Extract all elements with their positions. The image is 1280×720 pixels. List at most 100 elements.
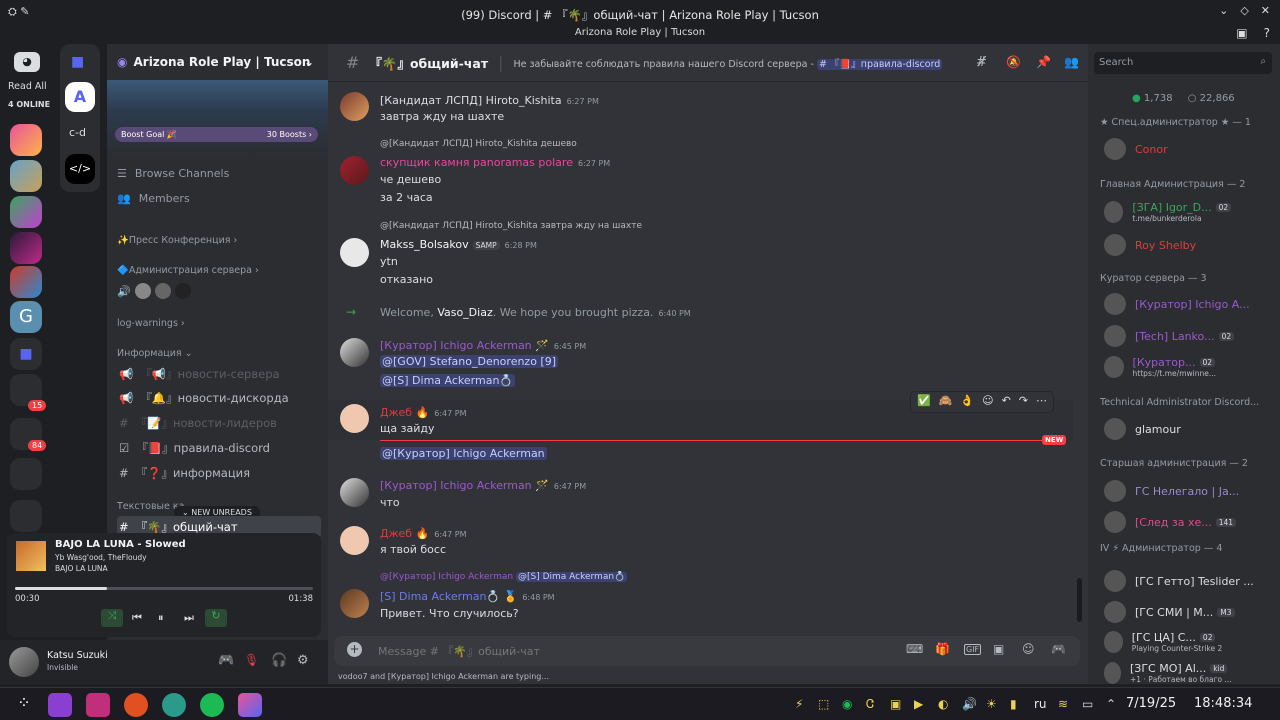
message[interactable]: @[Кандидат ЛСПД] Hiroto_Kishita завтра ж… <box>328 218 1073 290</box>
reaction-ok-icon[interactable]: 👌 <box>960 394 974 410</box>
discord-taskbar-icon[interactable] <box>238 693 262 717</box>
avatar[interactable] <box>1104 418 1126 440</box>
repeat-icon[interactable]: ↻ <box>205 609 227 627</box>
search-input[interactable]: Search ⌕ <box>1094 52 1272 74</box>
scrollbar[interactable] <box>1077 578 1082 622</box>
avatar[interactable] <box>1104 234 1126 256</box>
message-author[interactable]: Makss_Bolsakov SAMP 6:28 PM <box>380 238 537 251</box>
member-item[interactable]: [ЗГА] Igor_D... 02 t.me/bunkerderola <box>1104 201 1280 223</box>
avatar[interactable] <box>1104 356 1124 378</box>
volume-icon[interactable]: 🔊 <box>962 697 977 711</box>
user-mention[interactable]: @[S] Dima Ackerman💍 <box>380 374 516 387</box>
reply-reference[interactable]: @[Кандидат ЛСПД] Hiroto_Kishita завтра ж… <box>380 221 642 231</box>
server-icon[interactable]: G <box>10 301 42 333</box>
category-press[interactable]: ✨Пресс Конференция › <box>117 235 237 246</box>
avatar[interactable] <box>1104 662 1121 684</box>
server-icon[interactable] <box>10 232 42 264</box>
tray-icon[interactable]: ⬚ <box>818 697 829 711</box>
server-icon[interactable]: </> <box>65 154 95 184</box>
folder-server-label[interactable]: c-d <box>69 126 86 139</box>
message-author[interactable]: [S] Dima Ackerman💍 🏅 6:48 PM <box>380 590 555 603</box>
avatar[interactable] <box>340 589 369 618</box>
add-reaction-icon[interactable]: ☺ <box>982 394 993 410</box>
settings-gear-icon[interactable]: ⚙ <box>297 653 309 668</box>
inbox-icon[interactable]: ▣ <box>1236 26 1247 40</box>
message-author[interactable]: [Куратор] Ichigo Ackerman 🪄 6:47 PM <box>380 479 586 492</box>
avatar[interactable] <box>340 92 369 121</box>
user-mention[interactable]: @[GOV] Stefano_Denorenzo [9] <box>380 355 559 368</box>
message-author[interactable]: скупщик камня panoramas polare 6:27 PM <box>380 156 610 169</box>
avatar[interactable] <box>340 338 369 367</box>
server-icon[interactable]: A <box>65 82 95 112</box>
avatar[interactable] <box>1104 631 1123 653</box>
avatar[interactable] <box>1104 325 1126 347</box>
member-item[interactable]: [ЗГС МО] Al... kid +1 · Работаем во благо … <box>1104 662 1280 684</box>
boost-goal-bar[interactable]: Boost Goal 🎉 30 Boosts › <box>115 127 318 142</box>
server-folder[interactable] <box>10 500 42 532</box>
channel-log-warnings[interactable]: log-warnings › <box>117 318 185 329</box>
avatar[interactable] <box>340 238 369 267</box>
message[interactable]: Джеб 🔥 6:47 PM я твой босс <box>328 524 1073 564</box>
member-item[interactable]: [Куратор] Ichigo A... <box>1104 293 1250 315</box>
server-icon[interactable] <box>10 196 42 228</box>
message[interactable]: [Куратор] Ichigo Ackerman 🪄 6:47 PM что <box>328 476 1073 516</box>
emoji-icon[interactable]: ☺ <box>1022 642 1035 656</box>
user-mention[interactable]: @[Куратор] Ichigo Ackerman <box>380 447 547 460</box>
tray-icon[interactable]: ▣ <box>890 697 901 711</box>
screen-icon[interactable]: ▭ <box>1082 697 1093 711</box>
tray-icon[interactable]: ◉ <box>842 697 852 711</box>
avatar[interactable] <box>340 478 369 507</box>
read-all-label[interactable]: Read All <box>8 81 47 92</box>
avatar[interactable] <box>1104 480 1126 502</box>
more-options-icon[interactable]: ⋯ <box>1036 394 1047 410</box>
gif-icon[interactable]: GIF <box>964 644 982 655</box>
previous-icon[interactable]: ⏮ <box>132 611 142 625</box>
threads-icon[interactable]: #̸ <box>976 55 987 70</box>
sticker-icon[interactable]: ▣ <box>993 642 1004 656</box>
message[interactable]: Джеб 🔥 6:47 PM ща зайду ✅ 🙈 👌 ☺ ↶ ↷ ⋯ <box>328 391 1073 440</box>
next-icon[interactable]: ⏭ <box>184 611 194 625</box>
gift-icon[interactable]: 🎁 <box>935 642 950 656</box>
avatar[interactable] <box>1104 601 1126 623</box>
message-author[interactable]: Джеб 🔥 6:47 PM <box>380 406 466 419</box>
topic-channel-link[interactable]: # 『📕』правила-discord <box>816 58 943 70</box>
game-controller-icon[interactable]: 🎮 <box>218 653 234 668</box>
avatar[interactable] <box>1104 201 1124 223</box>
message[interactable]: @[Куратор] Ichigo Ackerman <box>328 444 1073 466</box>
server-header[interactable]: ◉ Arizona Role Play | Tucson ⌄ <box>107 44 328 80</box>
mute-mic-icon[interactable]: 🎙 <box>244 653 259 667</box>
help-icon[interactable]: ? <box>1264 26 1270 40</box>
reply-reference[interactable]: @[Куратор] Ichigo Ackerman @[S] Dima Ack… <box>380 572 628 582</box>
avatar[interactable] <box>1104 138 1126 160</box>
message-input[interactable] <box>378 642 828 660</box>
app-launcher-icon[interactable]: ⁘ <box>12 693 36 717</box>
avatar[interactable] <box>1104 511 1126 533</box>
avatar[interactable] <box>1104 570 1126 592</box>
discord-home-icon[interactable]: ◕ <box>14 52 40 72</box>
track-album[interactable]: BAJO LA LUNA <box>55 564 108 573</box>
close-icon[interactable]: ✕ <box>1261 4 1270 17</box>
member-item[interactable]: [Куратор... 02 https://t.me/mwinne... <box>1104 356 1280 378</box>
member-item[interactable]: [ГС Гетто] Teslider ... <box>1104 570 1254 592</box>
member-item[interactable]: [След за хе... 141 <box>1104 511 1237 533</box>
reply-icon[interactable]: ↶ <box>1002 394 1011 410</box>
add-attachment-icon[interactable]: + <box>347 642 362 657</box>
date[interactable]: 7/19/25 <box>1126 696 1176 711</box>
member-item[interactable]: Roy Shelby <box>1104 234 1196 256</box>
keyboard-icon[interactable]: ⌨ <box>906 642 923 656</box>
message[interactable]: [Кандидат ЛСПД] Hiroto_Kishita 6:27 PM за… <box>328 86 1073 126</box>
keyboard-layout[interactable]: ru <box>1034 697 1047 711</box>
message[interactable]: @[Куратор] Ichigo Ackerman @[S] Dima Ack… <box>328 572 1073 628</box>
avatar[interactable] <box>340 526 369 555</box>
message-author[interactable]: [Куратор] Ichigo Ackerman 🪄 6:45 PM <box>380 339 586 352</box>
message-author[interactable]: Джеб 🔥 6:47 PM <box>380 527 466 540</box>
track-title[interactable]: BAJO LA LUNA - Slowed <box>55 539 186 550</box>
avatar[interactable] <box>340 404 369 433</box>
tray-icon[interactable]: ◐ <box>938 697 948 711</box>
shuffle-icon[interactable]: ⤨ <box>101 609 123 627</box>
notification-bell-icon[interactable]: 🔕 <box>1006 55 1021 69</box>
members-link[interactable]: 👥 Members <box>117 192 190 205</box>
server-icon[interactable] <box>10 266 42 298</box>
clock[interactable]: 18:48:34 <box>1194 696 1252 711</box>
member-item[interactable]: glamour <box>1104 418 1181 440</box>
